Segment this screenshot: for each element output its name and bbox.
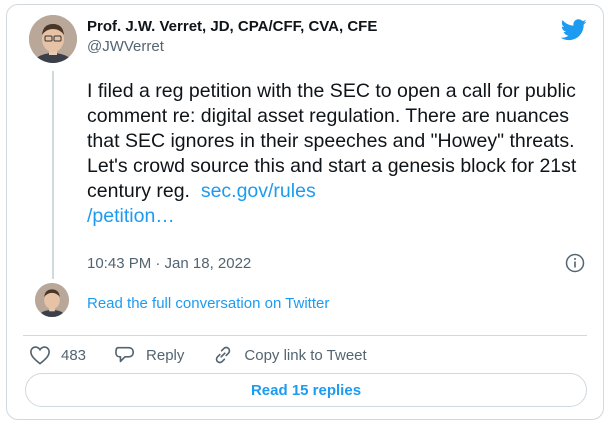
link-icon: [216, 346, 231, 364]
author-handle[interactable]: @JWVerret: [87, 38, 164, 55]
copy-link-button[interactable]: Copy link to Tweet: [212, 345, 367, 365]
like-count: 483: [61, 346, 87, 364]
reply-icon: [115, 346, 135, 363]
author-avatar[interactable]: [29, 15, 77, 63]
tweet-body: I filed a reg petition with the SEC to o…: [87, 80, 577, 202]
action-bar: 483 Reply Copy link to Tweet: [29, 343, 395, 367]
reply-label: Reply: [146, 346, 185, 364]
divider: [23, 335, 587, 336]
reply-button[interactable]: Reply: [114, 345, 184, 365]
read-replies-button[interactable]: Read 15 replies: [25, 373, 587, 407]
twitter-bird-icon[interactable]: [560, 19, 587, 41]
tweet-link-part2[interactable]: /petition…: [87, 205, 175, 227]
like-button[interactable]: 483: [29, 345, 86, 365]
tweet-text: I filed a reg petition with the SEC to o…: [87, 79, 587, 229]
author-name[interactable]: Prof. J.W. Verret, JD, CPA/CFF, CVA, CFE: [87, 18, 377, 35]
info-icon[interactable]: [565, 253, 585, 273]
tweet-link-part1[interactable]: sec.gov/rules: [201, 180, 316, 202]
copy-link-label: Copy link to Tweet: [244, 346, 367, 364]
heart-icon: [30, 346, 50, 365]
read-replies-label: Read 15 replies: [250, 381, 362, 399]
tweet-timestamp[interactable]: 10:43 PM · Jan 18, 2022: [87, 255, 251, 272]
read-conversation-link[interactable]: Read the full conversation on Twitter: [87, 295, 329, 312]
tweet-embed-card: Prof. J.W. Verret, JD, CPA/CFF, CVA, CFE…: [6, 4, 604, 420]
conversation-avatar[interactable]: [35, 283, 69, 317]
thread-line: [52, 71, 54, 279]
